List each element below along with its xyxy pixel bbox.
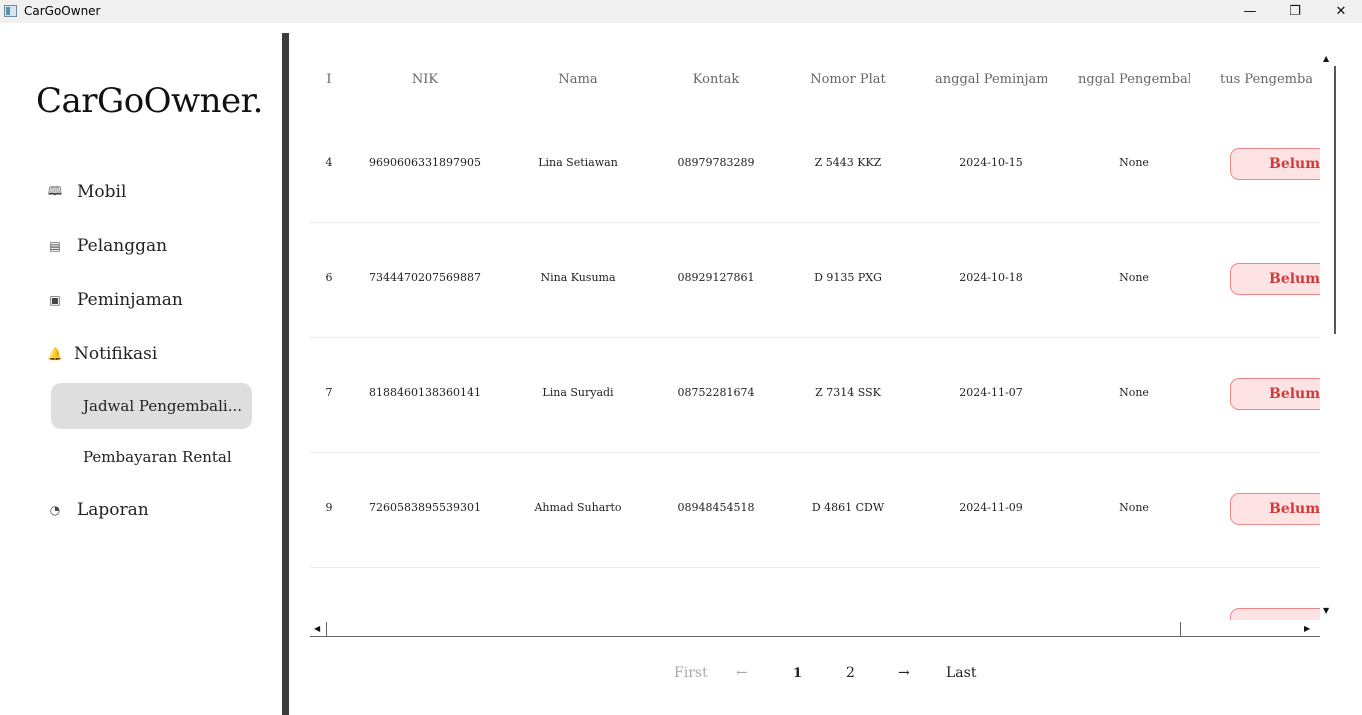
sidebar-item-label: Notifikasi <box>74 344 158 364</box>
id-card-icon: ▤ <box>49 239 61 253</box>
sidebar-item-label: Pelanggan <box>77 236 168 256</box>
return-schedule-table: I NIK Nama Kontak Nomor Plat anggal Pemi… <box>310 52 1320 620</box>
cell-kontak: 08929127861 <box>677 271 755 284</box>
cell-nomor-plat: Z 7314 SSK <box>815 386 881 399</box>
page-2-button[interactable]: 2 <box>846 665 855 681</box>
cell-tanggal-peminjaman: 2024-10-18 <box>959 271 1023 284</box>
scroll-right-icon[interactable]: ▶ <box>1304 624 1310 633</box>
status-badge: Belum <box>1230 378 1320 410</box>
cell-nama: Ahmad Suharto <box>534 501 622 514</box>
table-row[interactable] <box>310 568 1320 620</box>
cell-nik: 8188460138360141 <box>369 386 481 399</box>
cell-kontak: 08752281674 <box>677 386 755 399</box>
table-row[interactable]: 7 8188460138360141 Lina Suryadi 08752281… <box>310 338 1320 453</box>
cell-nama: Lina Setiawan <box>538 156 618 169</box>
window-title: CarGoOwner <box>24 4 101 18</box>
cell-tanggal-pengembalian: None <box>1119 271 1149 284</box>
cell-tanggal-pengembalian: None <box>1119 156 1149 169</box>
first-page-button[interactable]: First <box>674 665 708 681</box>
column-header-status-pengembalian[interactable]: tus Pengembal <box>1220 72 1312 92</box>
status-badge: Belum <box>1230 263 1320 295</box>
scroll-left-icon[interactable]: ◀ <box>314 624 320 633</box>
sidebar-item-label: Peminjaman <box>77 290 183 310</box>
cell-id: 4 <box>325 156 333 169</box>
cell-tanggal-pengembalian: None <box>1119 386 1149 399</box>
sidebar-item-label: Mobil <box>77 182 127 202</box>
cell-kontak: 08948454518 <box>677 501 755 514</box>
page-1-button[interactable]: 1 <box>793 666 802 681</box>
horizontal-scroll-thumb[interactable] <box>326 622 1181 636</box>
maximize-button[interactable]: ❐ <box>1272 0 1318 23</box>
sidebar-divider[interactable] <box>282 33 289 715</box>
prev-page-button[interactable]: ← <box>736 665 748 681</box>
sidebar-item-label: Laporan <box>77 500 149 520</box>
column-header-tanggal-peminjaman[interactable]: anggal Peminjama <box>935 72 1047 92</box>
cell-id: 6 <box>325 271 333 284</box>
column-header-id[interactable]: I <box>324 72 334 92</box>
horizontal-scrollbar[interactable]: ◀ ▶ <box>310 620 1320 637</box>
table-header: I NIK Nama Kontak Nomor Plat anggal Pemi… <box>310 52 1320 110</box>
minimize-button[interactable]: — <box>1227 0 1273 23</box>
scroll-down-icon[interactable]: ▼ <box>1323 606 1329 615</box>
vertical-scroll-thumb[interactable] <box>1334 66 1336 334</box>
document-icon: ▣ <box>49 293 61 307</box>
scroll-up-icon[interactable]: ▲ <box>1323 54 1329 63</box>
status-badge: Belum <box>1230 493 1320 525</box>
pie-chart-icon: ◔ <box>49 503 61 517</box>
column-header-tanggal-pengembalian[interactable]: nggal Pengembali <box>1078 72 1190 92</box>
bell-icon: 🔔 <box>47 347 63 361</box>
sidebar-item-laporan[interactable]: ◔ Laporan <box>46 495 149 525</box>
cell-nik: 7344470207569887 <box>369 271 481 284</box>
sidebar-subitem-jadwal-pengembalian[interactable]: Jadwal Pengembali... <box>51 383 252 429</box>
last-page-button[interactable]: Last <box>946 665 976 681</box>
title-bar: CarGoOwner — ❐ ✕ <box>0 0 1362 23</box>
table-row[interactable]: 9 7260583895539301 Ahmad Suharto 0894845… <box>310 453 1320 568</box>
cell-nama: Nina Kusuma <box>540 271 616 284</box>
column-header-kontak[interactable]: Kontak <box>656 72 776 92</box>
column-header-nomor-plat[interactable]: Nomor Plat <box>788 72 908 92</box>
brand-logo: CarGoOwner. <box>36 81 264 121</box>
cell-nik: 7260583895539301 <box>369 501 481 514</box>
sidebar-item-notifikasi[interactable]: 🔔 Notifikasi <box>46 339 158 369</box>
table-row[interactable]: 4 9690606331897905 Lina Setiawan 0897978… <box>310 108 1320 223</box>
sidebar: CarGoOwner. 🕮 Mobil ▤ Pelanggan ▣ Peminj… <box>0 23 282 715</box>
app-icon <box>4 5 17 17</box>
cell-nik: 9690606331897905 <box>369 156 481 169</box>
book-icon: 🕮 <box>47 183 63 198</box>
table-row[interactable]: 6 7344470207569887 Nina Kusuma 089291278… <box>310 223 1320 338</box>
column-header-nik[interactable]: NIK <box>365 72 485 92</box>
status-badge: Belum <box>1230 148 1320 180</box>
close-button[interactable]: ✕ <box>1318 0 1362 23</box>
status-badge <box>1230 608 1320 620</box>
cell-nama: Lina Suryadi <box>542 386 614 399</box>
pagination: First ← 1 2 → Last <box>660 665 990 685</box>
cell-id: 7 <box>325 386 333 399</box>
cell-id: 9 <box>325 501 333 514</box>
sidebar-item-peminjaman[interactable]: ▣ Peminjaman <box>46 285 183 315</box>
cell-nomor-plat: D 4861 CDW <box>811 501 885 514</box>
next-page-button[interactable]: → <box>898 665 910 681</box>
cell-tanggal-peminjaman: 2024-10-15 <box>959 156 1023 169</box>
sidebar-subitem-pembayaran-rental[interactable]: Pembayaran Rental <box>51 434 252 480</box>
cell-kontak: 08979783289 <box>677 156 755 169</box>
cell-tanggal-peminjaman: 2024-11-07 <box>959 386 1023 399</box>
sidebar-item-mobil[interactable]: 🕮 Mobil <box>46 177 126 207</box>
cell-nomor-plat: Z 5443 KKZ <box>814 156 882 169</box>
vertical-scrollbar[interactable]: ▲ ▼ <box>1320 52 1337 620</box>
cell-tanggal-peminjaman: 2024-11-09 <box>959 501 1023 514</box>
cell-tanggal-pengembalian: None <box>1119 501 1149 514</box>
sidebar-item-pelanggan[interactable]: ▤ Pelanggan <box>46 231 167 261</box>
column-header-nama[interactable]: Nama <box>518 72 638 92</box>
cell-nomor-plat: D 9135 PXG <box>814 271 882 284</box>
